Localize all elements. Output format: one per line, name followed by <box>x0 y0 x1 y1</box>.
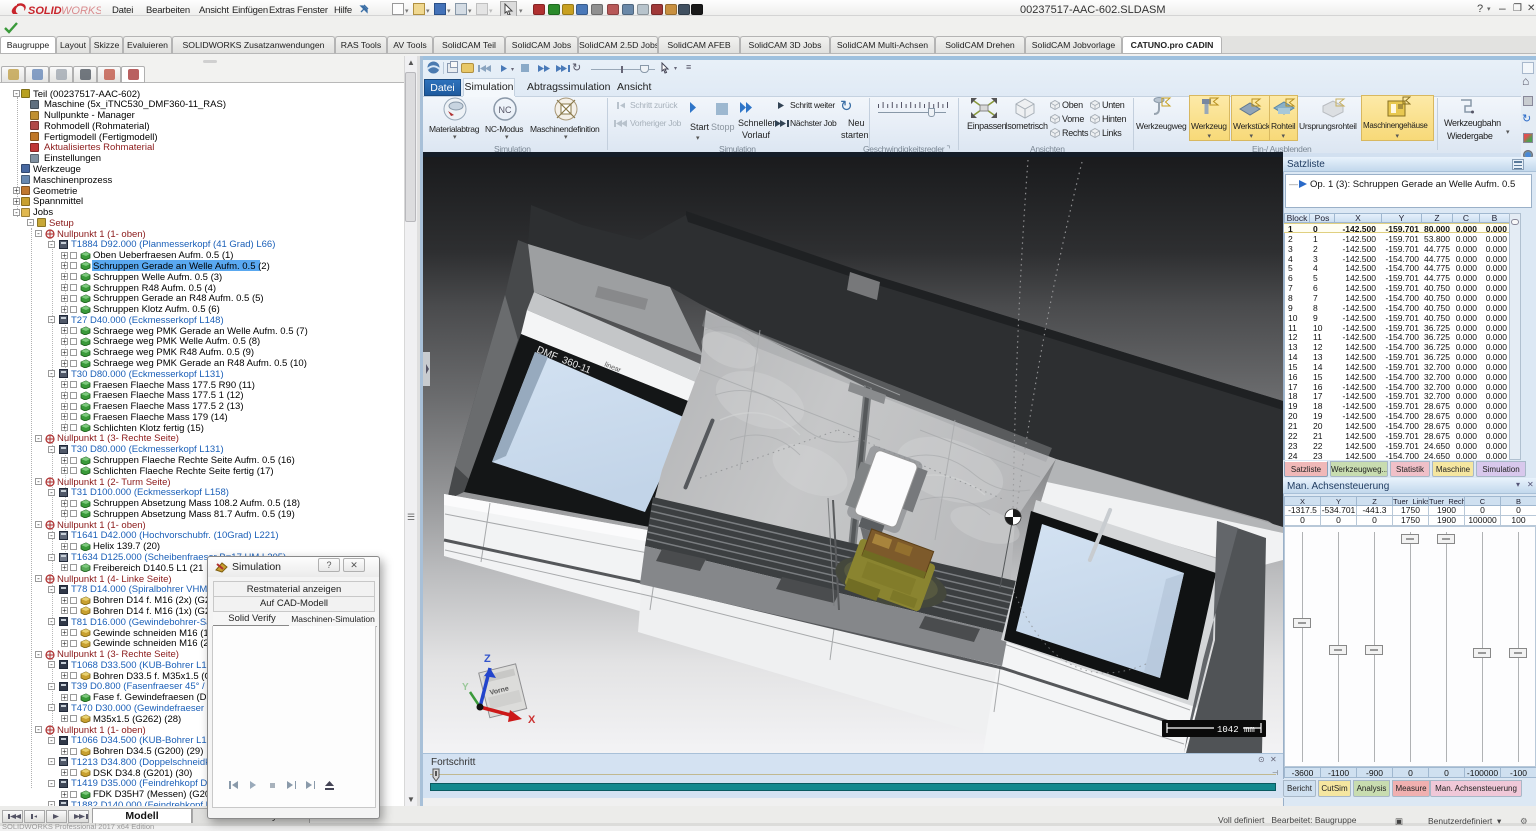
svg-text:X: X <box>528 714 536 726</box>
svg-text:Z: Z <box>484 653 491 665</box>
svg-text:NC: NC <box>499 105 512 115</box>
svg-text:Y: Y <box>462 682 469 693</box>
svg-text:1042 mm: 1042 mm <box>1217 725 1255 735</box>
